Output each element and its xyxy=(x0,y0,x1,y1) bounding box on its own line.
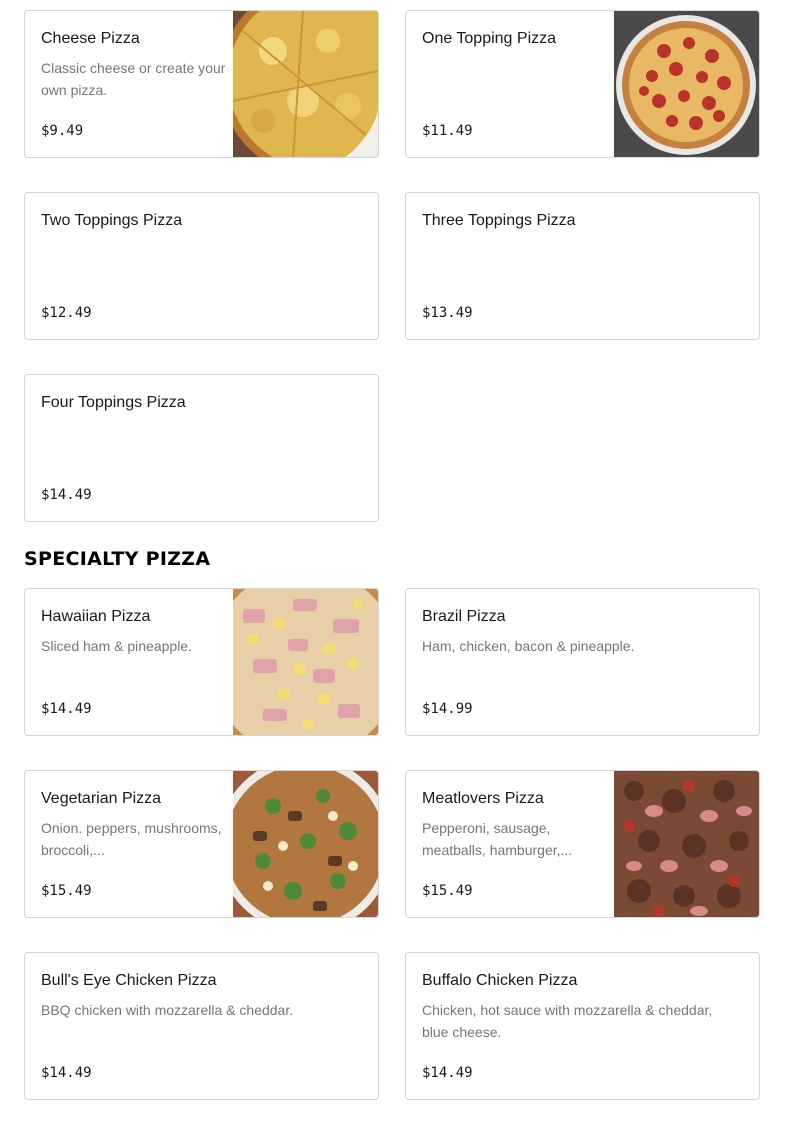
item-title: Meatlovers Pizza xyxy=(422,790,544,807)
menu-item-three-toppings-pizza[interactable]: Three Toppings Pizza $13.49 xyxy=(405,192,760,340)
item-title: Vegetarian Pizza xyxy=(41,790,162,807)
item-title: Bull's Eye Chicken Pizza xyxy=(41,972,217,989)
pepperoni-pizza-photo xyxy=(614,11,759,157)
menu-item-vegetarian-pizza[interactable]: Vegetarian Pizza Onion. peppers, mushroo… xyxy=(24,770,379,918)
item-title: Two Toppings Pizza xyxy=(41,212,183,229)
item-description: Onion. peppers, mushrooms, broccoli,... xyxy=(41,820,222,858)
item-title: Brazil Pizza xyxy=(422,608,506,625)
item-price: $15.49 xyxy=(422,883,473,899)
section-heading-specialty: SPECIALTY PIZZA xyxy=(24,548,211,570)
menu-item-hawaiian-pizza[interactable]: Hawaiian Pizza Sliced ham & pineapple. $… xyxy=(24,588,379,736)
item-price: $14.49 xyxy=(41,701,92,717)
item-price: $15.49 xyxy=(41,883,92,899)
menu-item-four-toppings-pizza[interactable]: Four Toppings Pizza $14.49 xyxy=(24,374,379,522)
menu-item-one-topping-pizza[interactable]: One Topping Pizza $11.49 xyxy=(405,10,760,158)
item-price: $14.49 xyxy=(41,1065,92,1081)
menu-item-buffalo-chicken-pizza[interactable]: Buffalo Chicken Pizza Chicken, hot sauce… xyxy=(405,952,760,1100)
menu-item-meatlovers-pizza[interactable]: Meatlovers Pizza Pepperoni, sausage, mea… xyxy=(405,770,760,918)
item-price: $11.49 xyxy=(422,123,473,139)
item-price: $14.49 xyxy=(41,487,92,503)
vegetarian-pizza-photo xyxy=(233,771,378,917)
menu-item-two-toppings-pizza[interactable]: Two Toppings Pizza $12.49 xyxy=(24,192,379,340)
item-price: $9.49 xyxy=(41,123,84,139)
item-price: $14.49 xyxy=(422,1065,473,1081)
item-title: Three Toppings Pizza xyxy=(422,212,576,229)
hawaiian-pizza-photo xyxy=(233,589,378,735)
item-description: Sliced ham & pineapple. xyxy=(41,638,192,654)
item-price: $14.99 xyxy=(422,701,473,717)
cheese-pizza-photo xyxy=(233,11,378,157)
item-title: Buffalo Chicken Pizza xyxy=(422,972,578,989)
item-title: One Topping Pizza xyxy=(422,30,557,47)
meatlovers-pizza-photo xyxy=(614,771,759,917)
item-description: BBQ chicken with mozzarella & cheddar. xyxy=(41,1002,294,1018)
item-description: Classic cheese or create your own pizza. xyxy=(41,60,226,98)
item-title: Hawaiian Pizza xyxy=(41,608,151,625)
item-price: $12.49 xyxy=(41,305,92,321)
menu-item-brazil-pizza[interactable]: Brazil Pizza Ham, chicken, bacon & pinea… xyxy=(405,588,760,736)
menu-item-bulls-eye-chicken-pizza[interactable]: Bull's Eye Chicken Pizza BBQ chicken wit… xyxy=(24,952,379,1100)
item-title: Cheese Pizza xyxy=(41,30,140,47)
menu-item-cheese-pizza[interactable]: Cheese Pizza Classic cheese or create yo… xyxy=(24,10,379,158)
item-description: Chicken, hot sauce with mozzarella & che… xyxy=(422,1002,713,1040)
item-title: Four Toppings Pizza xyxy=(41,394,186,411)
item-description: Pepperoni, sausage, meatballs, hamburger… xyxy=(422,820,573,858)
item-description: Ham, chicken, bacon & pineapple. xyxy=(422,638,635,654)
item-price: $13.49 xyxy=(422,305,473,321)
